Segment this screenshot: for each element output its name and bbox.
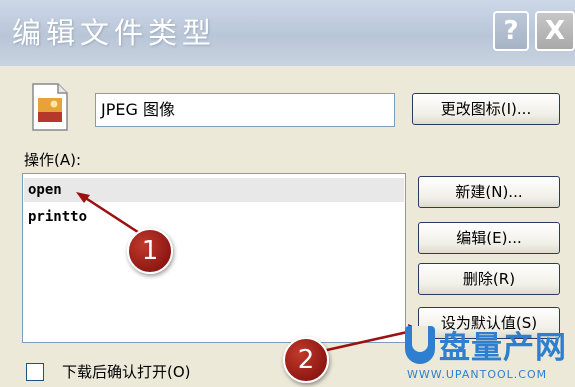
close-button[interactable]: X <box>535 11 575 51</box>
title-bar: 编辑文件类型 ? X <box>0 0 575 66</box>
actions-list[interactable]: open printto <box>22 173 406 343</box>
jpeg-file-icon <box>32 83 68 131</box>
watermark-logo-icon <box>405 326 435 364</box>
watermark: 盘量产网 WWW.UPANTOOL.COM <box>405 322 573 384</box>
confirm-open-label: 下载后确认打开(O) <box>62 363 191 381</box>
annotation-marker-1: 1 <box>127 228 173 274</box>
edit-button[interactable]: 编辑(E)... <box>418 222 560 254</box>
confirm-open-checkbox[interactable] <box>26 363 44 381</box>
window-title: 编辑文件类型 <box>12 16 217 50</box>
actions-label: 操作(A): <box>24 151 82 169</box>
file-type-name-field[interactable]: JPEG 图像 <box>95 93 395 127</box>
new-button[interactable]: 新建(N)... <box>418 176 560 208</box>
change-icon-button[interactable]: 更改图标(I)... <box>412 93 560 125</box>
list-item-open[interactable]: open <box>24 178 404 202</box>
watermark-brand: 盘量产网 <box>439 330 567 366</box>
list-item-printto[interactable]: printto <box>24 205 404 229</box>
annotation-marker-2: 2 <box>283 337 329 383</box>
watermark-url: WWW.UPANTOOL.COM <box>407 368 548 381</box>
help-button[interactable]: ? <box>493 11 529 51</box>
delete-button[interactable]: 删除(R) <box>418 263 560 295</box>
